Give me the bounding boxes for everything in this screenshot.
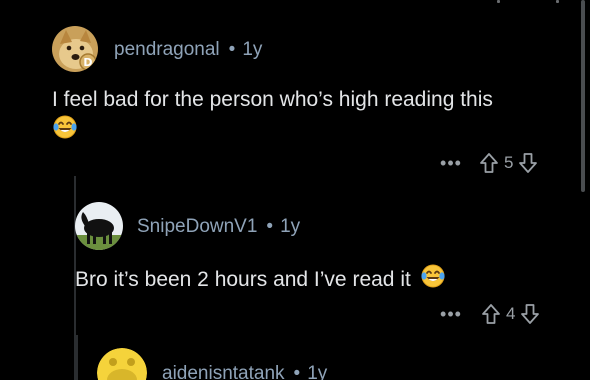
comment: D pendragonal • 1y I feel bad for the pe… — [0, 0, 590, 190]
comment-text: Bro it’s been 2 hours and I’ve read it — [75, 268, 411, 291]
doge-avatar[interactable]: D — [52, 26, 98, 72]
more-options-button[interactable]: ••• — [436, 153, 466, 174]
username[interactable]: pendragonal — [114, 39, 220, 61]
meta-separator: • — [266, 216, 274, 237]
doge-icon: D — [52, 26, 98, 72]
tears-of-joy-emoji — [420, 263, 446, 297]
upvote-icon[interactable] — [480, 303, 502, 325]
vote-score: 4 — [506, 304, 516, 323]
meta-separator: • — [228, 39, 236, 60]
comment-meta: aidenisntatank • 1y — [162, 362, 327, 380]
tears-of-joy-icon — [421, 264, 445, 288]
tears-of-joy-emoji — [52, 114, 78, 148]
comment-actions: ••• 4 — [436, 303, 541, 325]
username[interactable]: aidenisntatank — [162, 363, 285, 380]
comment: aidenisntatank • 1y — [0, 340, 590, 380]
more-options-button[interactable]: ••• — [436, 304, 466, 325]
comment-text: I feel bad for the person who’s high rea… — [52, 88, 493, 111]
downvote-icon[interactable] — [517, 152, 539, 174]
comment-age: 1y — [280, 216, 301, 237]
comment-meta: pendragonal • 1y — [114, 38, 262, 62]
yellow-snoo-avatar[interactable] — [97, 348, 147, 380]
svg-text:D: D — [83, 56, 92, 69]
comment-body: Bro it’s been 2 hours and I’ve read it — [75, 263, 446, 297]
comment: SnipeDownV1 • 1y Bro it’s been 2 hours a… — [0, 190, 590, 340]
comment-actions: ••• 5 — [436, 152, 539, 174]
downvote-icon[interactable] — [519, 303, 541, 325]
snoo-icon — [97, 348, 147, 380]
black-horse-avatar[interactable] — [75, 202, 123, 250]
tears-of-joy-icon — [53, 115, 77, 139]
comment-body: I feel bad for the person who’s high rea… — [52, 86, 493, 144]
comment-meta: SnipeDownV1 • 1y — [137, 215, 300, 239]
upvote-icon[interactable] — [478, 152, 500, 174]
meta-separator: • — [293, 363, 301, 380]
comment-age: 1y — [242, 39, 263, 60]
vote-score: 5 — [504, 153, 514, 172]
username[interactable]: SnipeDownV1 — [137, 216, 257, 238]
horse-icon — [75, 202, 123, 250]
comment-age: 1y — [307, 363, 328, 380]
